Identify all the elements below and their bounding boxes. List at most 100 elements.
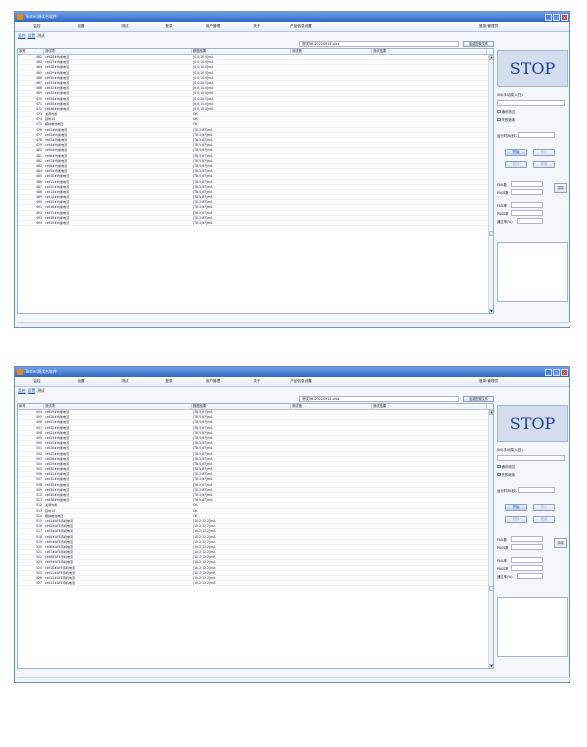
row-item-cell: cell24#均衡电流 <box>45 55 70 59</box>
row-index-cell: 505 <box>36 467 42 472</box>
file-line: 测试36-20220914.xlsx 加载配置文件 <box>17 40 494 47</box>
clear-button[interactable]: 清除 <box>554 183 567 193</box>
menu-item-test[interactable]: 测试 <box>103 379 147 384</box>
scroll-up-icon[interactable]: ▲ <box>489 410 493 415</box>
pause-button[interactable]: 暂停 <box>505 161 527 168</box>
column-header-test-result[interactable]: 测试结果 <box>372 404 487 409</box>
column-header-test-value[interactable]: 测试值 <box>291 404 372 409</box>
row-result-cell: [78.5;87]mA <box>193 221 213 225</box>
sn-input[interactable] <box>497 100 565 106</box>
clear-button[interactable]: 清除 <box>554 538 567 548</box>
menu-item-product-info[interactable]: 产品信息设置 <box>279 24 323 29</box>
column-header-test-result[interactable]: 测试结果 <box>372 49 487 54</box>
resume-button[interactable]: 继续 <box>533 516 555 523</box>
menu-item-monitor[interactable]: 监控 <box>15 379 59 384</box>
row-item-cell: cell7#AFE待机电流 <box>45 550 74 555</box>
menu-item-login[interactable]: 登录 <box>147 379 191 384</box>
menu-item-user-management[interactable]: 用户管理 <box>191 24 235 29</box>
log-box[interactable] <box>497 242 568 302</box>
scroll-down-icon[interactable]: ▼ <box>489 664 493 668</box>
checkbox-icon[interactable] <box>497 117 501 122</box>
maximize-icon[interactable]: □ <box>553 368 560 376</box>
scroll-down-icon[interactable]: ▼ <box>489 309 493 313</box>
menu-item-about[interactable]: 关于 <box>235 24 279 29</box>
start-button[interactable]: 开始 <box>505 504 527 511</box>
config-filename-field[interactable]: 测试36-20220914.xlsx <box>299 395 459 402</box>
column-header-index[interactable]: 序号 <box>18 404 44 409</box>
loop-test-checkbox[interactable]: 通讯测试 <box>497 109 568 114</box>
row-test-value-cell <box>291 560 372 564</box>
row-test-value-cell <box>291 566 372 570</box>
tab-settings[interactable]: 设置 <box>27 388 37 394</box>
row-item-cell: cell15#均衡电流 <box>45 200 70 205</box>
config-filename-field[interactable]: 测试36-20220914.xlsx <box>299 40 459 47</box>
close-icon[interactable]: × <box>561 368 568 376</box>
row-test-value-cell <box>291 514 372 518</box>
scroll-thumb[interactable] <box>489 586 493 591</box>
start-button[interactable]: 开始 <box>505 149 527 156</box>
row-index-cell: 526 <box>36 576 42 580</box>
stop-button[interactable]: 停止 <box>533 149 555 156</box>
row-item-cell: cell3#AFE待机电流 <box>45 529 74 534</box>
menu-item-product-info[interactable]: 产品信息设置 <box>279 379 323 384</box>
menu-item-settings[interactable]: 设置 <box>59 24 103 29</box>
minimize-icon[interactable]: _ <box>545 368 552 376</box>
row-test-value-cell <box>291 488 372 492</box>
row-index-cell: 482 <box>36 158 42 163</box>
vertical-scrollbar[interactable]: ▲ ▼ <box>488 55 493 313</box>
column-header-item[interactable]: 测试项 <box>44 49 192 54</box>
tab-test[interactable]: 测试 <box>36 388 46 394</box>
menu-item-settings[interactable]: 设置 <box>59 379 103 384</box>
app-window: Tester测试台软件 _ □ × 监控 设置 测试 登录 用户管理 关于 产品… <box>14 11 571 328</box>
menu-item-user-management[interactable]: 用户管理 <box>191 379 235 384</box>
row-test-value-cell <box>291 457 372 461</box>
sn-input[interactable] <box>497 455 565 461</box>
fail-continue-checkbox[interactable]: 失败继续 <box>497 117 568 122</box>
scroll-up-icon[interactable]: ▲ <box>489 55 493 60</box>
menu-item-monitor[interactable]: 监控 <box>15 24 59 29</box>
maximize-icon[interactable]: □ <box>553 13 560 21</box>
minimize-icon[interactable]: _ <box>545 13 552 21</box>
horizontal-scrollbar[interactable] <box>17 677 571 681</box>
row-result-cell: [0.0;10.0]mA <box>193 91 214 96</box>
fail-continue-checkbox[interactable]: 失败继续 <box>497 472 568 477</box>
table-row[interactable]: 494 cell19#均衡电流 [78.5;87]mA <box>18 221 493 227</box>
menu-item-test[interactable]: 测试 <box>103 24 147 29</box>
tab-monitor[interactable]: 监控 <box>17 33 27 39</box>
horizontal-scrollbar[interactable] <box>17 322 571 326</box>
tab-settings[interactable]: 设置 <box>27 33 37 39</box>
pause-button[interactable]: 暂停 <box>505 516 527 523</box>
tab-monitor[interactable]: 监控 <box>17 388 27 394</box>
log-box[interactable] <box>497 597 568 657</box>
menu-item-about[interactable]: 关于 <box>235 379 279 384</box>
checkbox-icon[interactable] <box>497 464 501 469</box>
row-test-value-cell <box>291 441 372 445</box>
column-header-index[interactable]: 序号 <box>18 49 44 54</box>
menu-item-login[interactable]: 登录 <box>147 24 191 29</box>
row-result-cell: [0.0;10.0]mA <box>193 70 214 75</box>
scroll-thumb[interactable] <box>489 231 493 236</box>
row-item-cell: cell31#均衡电流 <box>45 472 70 477</box>
row-result-cell: [10.2;12.2]mA <box>193 560 216 565</box>
resume-button[interactable]: 继续 <box>533 161 555 168</box>
close-icon[interactable]: × <box>561 13 568 21</box>
tab-test[interactable]: 测试 <box>36 33 46 39</box>
row-result-cell: [10.2;12.2]mA <box>193 550 216 555</box>
stop-button[interactable]: 停止 <box>533 504 555 511</box>
load-config-button[interactable]: 加载配置文件 <box>463 395 494 402</box>
column-header-data-result[interactable]: 数据结果 <box>192 49 291 54</box>
checkbox-icon[interactable] <box>497 109 501 114</box>
table-row[interactable]: 527 cell13#AFE待机电流 [10.2;12.2]mA <box>18 581 493 587</box>
load-config-button[interactable]: 加载配置文件 <box>463 40 494 47</box>
vertical-scrollbar[interactable]: ▲ ▼ <box>488 410 493 668</box>
column-header-data-result[interactable]: 数据结果 <box>192 404 291 409</box>
file-line: 测试36-20220914.xlsx 加载配置文件 <box>17 395 494 402</box>
column-header-item[interactable]: 测试项 <box>44 404 192 409</box>
row-index-cell: 484 <box>36 169 42 174</box>
column-header-test-value[interactable]: 测试值 <box>291 49 372 54</box>
row-result-cell: OK <box>193 503 198 508</box>
row-test-value-cell <box>291 200 372 204</box>
loop-test-checkbox[interactable]: 通讯测试 <box>497 464 568 469</box>
checkbox-icon[interactable] <box>497 472 501 477</box>
row-test-result-cell <box>372 216 487 220</box>
